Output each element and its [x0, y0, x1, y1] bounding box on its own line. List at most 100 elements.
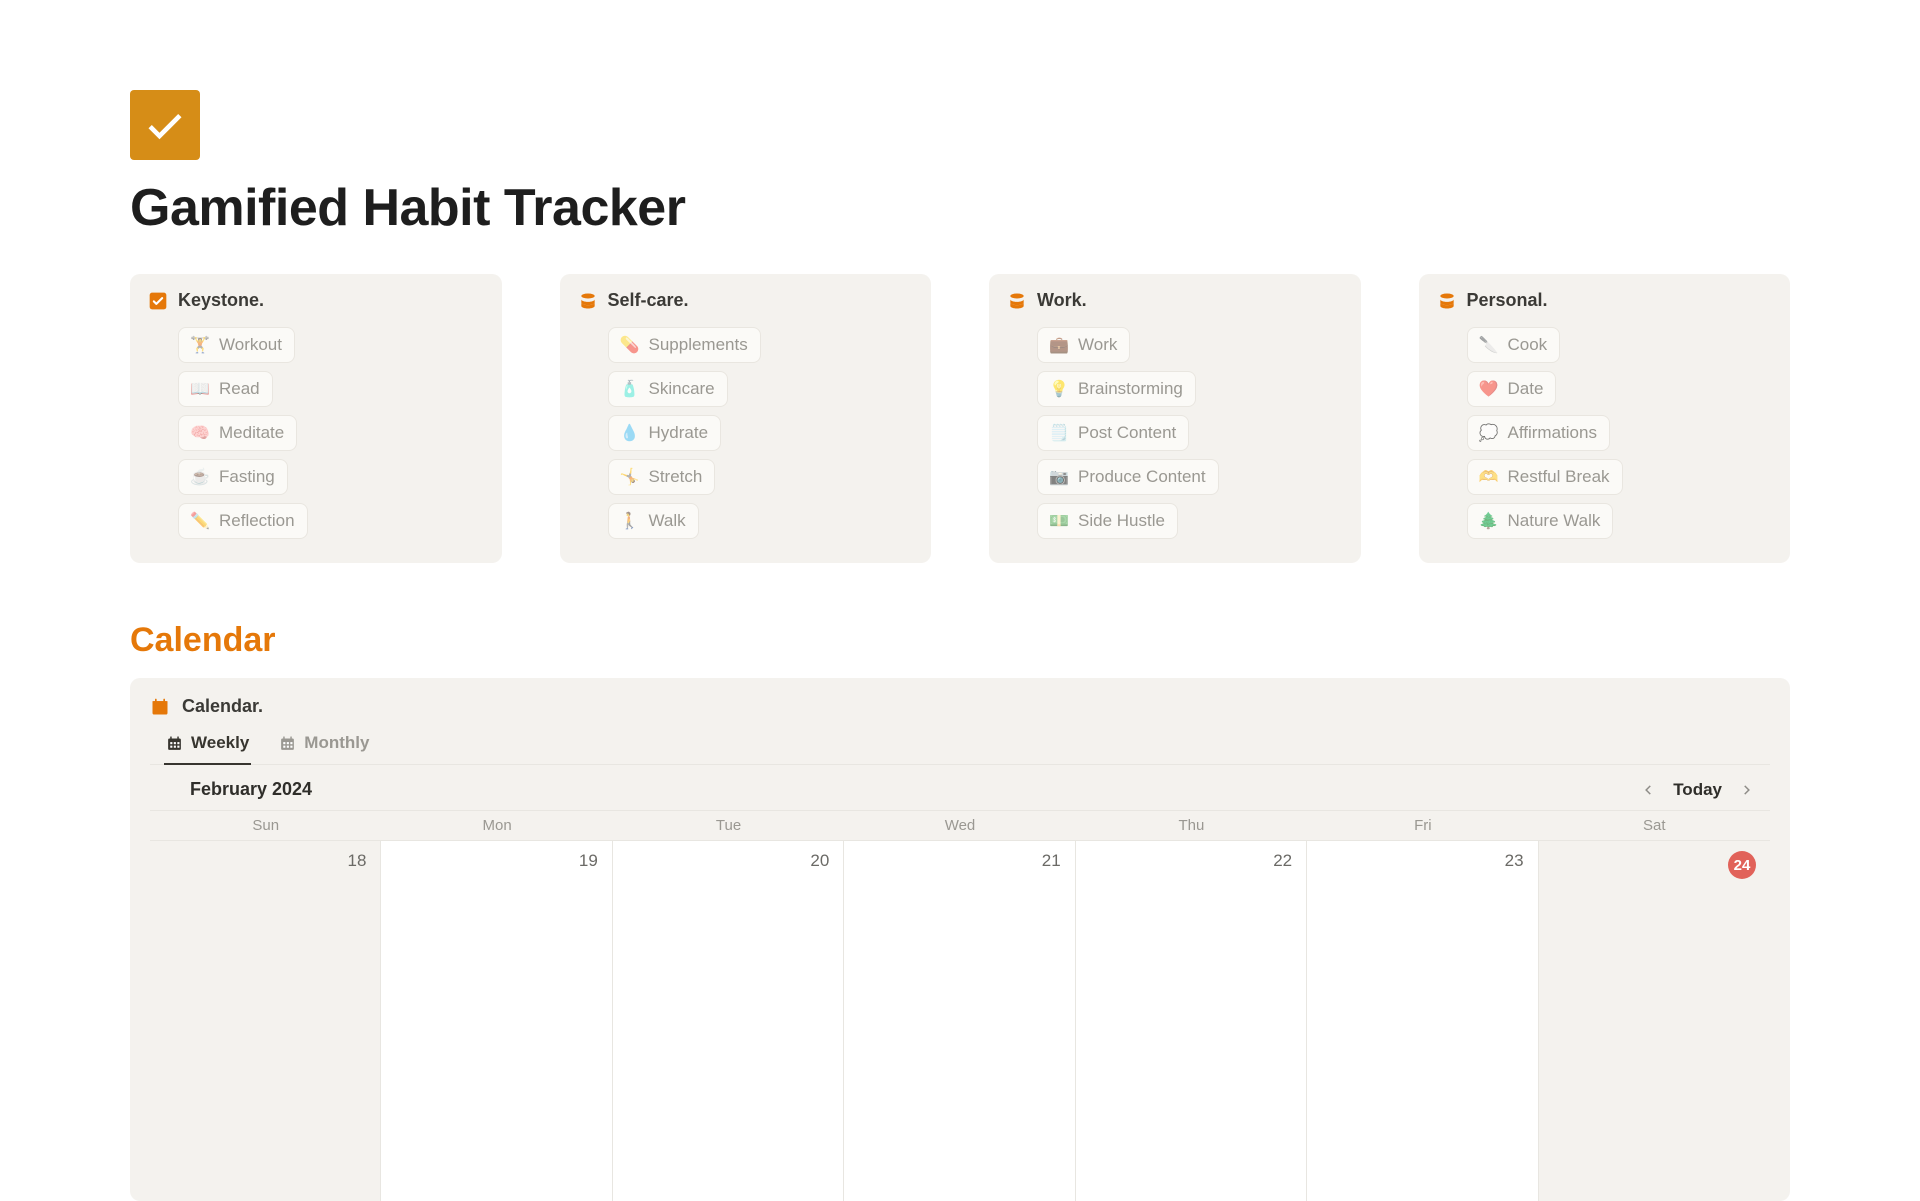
dow-label: Thu — [1076, 811, 1307, 840]
habit-chip[interactable]: 🧴Skincare — [608, 371, 728, 407]
habit-chip[interactable]: 💵Side Hustle — [1037, 503, 1178, 539]
stack-icon — [1007, 291, 1027, 311]
dow-label: Tue — [613, 811, 844, 840]
habit-chip-label: Brainstorming — [1078, 379, 1183, 399]
habit-chip-label: Affirmations — [1508, 423, 1597, 443]
dow-label: Wed — [844, 811, 1075, 840]
calendar-day-number: 20 — [810, 851, 829, 871]
habit-chip[interactable]: 🔪 Cook — [1467, 327, 1561, 363]
habit-chip[interactable]: ❤️Date — [1467, 371, 1557, 407]
calendar-day[interactable]: 24 — [1539, 841, 1770, 1201]
habit-chip[interactable]: 💊Supplements — [608, 327, 761, 363]
calendar: February 2024 Today SunMonTueWedThuFriSa… — [150, 764, 1770, 1201]
habit-chip[interactable]: 📖 Read — [178, 371, 273, 407]
habit-chip-label: Produce Content — [1078, 467, 1206, 487]
calendar-day[interactable]: 20 — [613, 841, 844, 1201]
habit-chip[interactable]: 🗒️ Post Content — [1037, 415, 1189, 451]
knife-icon: 🔪 — [1480, 336, 1498, 354]
habit-chip[interactable]: 🚶 Walk — [608, 503, 699, 539]
habit-chip-label: Walk — [649, 511, 686, 531]
briefcase-icon: 💼 — [1050, 336, 1068, 354]
habit-group-card: Keystone.🏋️Workout📖Read🧠Meditate☕Fasting… — [130, 274, 502, 563]
habit-group-title: Work. — [1037, 290, 1087, 311]
habit-group-title: Personal. — [1467, 290, 1548, 311]
habit-chip[interactable]: 🫶 Restful Break — [1467, 459, 1623, 495]
habit-chip[interactable]: 💼 Work — [1037, 327, 1130, 363]
book-icon: 📖 — [191, 380, 209, 398]
checkbox-icon — [148, 291, 168, 311]
habit-chip[interactable]: 💧Hydrate — [608, 415, 722, 451]
habit-chip[interactable]: 🤸Stretch — [608, 459, 716, 495]
habit-chip[interactable]: 🏋️Workout — [178, 327, 295, 363]
tab-label: Monthly — [304, 733, 369, 753]
pencil-icon: ✏️ — [191, 512, 209, 530]
calendar-grid-icon — [279, 735, 296, 752]
habit-group-card: Personal. 🔪 Cook ❤️Date 💭 Affirmations 🫶 Restfu… — [1419, 274, 1791, 563]
cash-icon: 💵 — [1050, 512, 1068, 530]
calendar-dow-row: SunMonTueWedThuFriSat — [150, 810, 1770, 841]
calendar-day[interactable]: 23 — [1307, 841, 1538, 1201]
tab-weekly[interactable]: Weekly — [164, 727, 251, 765]
calendar-day-number: 23 — [1505, 851, 1524, 871]
calendar-icon — [150, 697, 170, 717]
habit-chip-label: Post Content — [1078, 423, 1176, 443]
pill-icon: 💊 — [621, 336, 639, 354]
dow-label: Sun — [150, 811, 381, 840]
habit-chip-label: Reflection — [219, 511, 295, 531]
stack-icon — [578, 291, 598, 311]
habit-chip-label: Date — [1508, 379, 1544, 399]
calendar-grid-icon — [166, 735, 183, 752]
calendar-panel: Calendar. WeeklyMonthly February 2024 To… — [130, 678, 1790, 1201]
cloud-icon: 💭 — [1480, 424, 1498, 442]
dow-label: Fri — [1307, 811, 1538, 840]
calendar-day[interactable]: 21 — [844, 841, 1075, 1201]
calendar-next-button[interactable] — [1740, 783, 1754, 797]
calendar-day-number: 18 — [348, 851, 367, 871]
tab-label: Weekly — [191, 733, 249, 753]
brain-icon: 🧠 — [191, 424, 209, 442]
bulb-icon: 💡 — [1050, 380, 1068, 398]
habit-chip[interactable]: ☕Fasting — [178, 459, 288, 495]
habit-chip[interactable]: 🧠Meditate — [178, 415, 297, 451]
cup-icon: ☕ — [191, 468, 209, 486]
habit-chip-label: Restful Break — [1508, 467, 1610, 487]
calendar-day-number: 22 — [1273, 851, 1292, 871]
camera-icon: 📷 — [1050, 468, 1068, 486]
tab-monthly[interactable]: Monthly — [277, 727, 371, 765]
habit-chip[interactable]: 💭 Affirmations — [1467, 415, 1610, 451]
drop-icon: 💧 — [621, 424, 639, 442]
habit-chip[interactable]: 💡 Brainstorming — [1037, 371, 1196, 407]
rest-icon: 🫶 — [1480, 468, 1498, 486]
section-calendar-title: Calendar — [130, 621, 1790, 660]
check-icon — [143, 103, 187, 147]
habit-group-card: Work. 💼 Work 💡 Brainstorming 🗒️ Post Content 📷 P… — [989, 274, 1361, 563]
habit-chip-label: Read — [219, 379, 260, 399]
calendar-day-number-today: 24 — [1728, 851, 1756, 879]
tree-icon: 🌲 — [1480, 512, 1498, 530]
habit-chip[interactable]: ✏️ Reflection — [178, 503, 308, 539]
calendar-prev-button[interactable] — [1641, 783, 1655, 797]
habit-group-title: Self-care. — [608, 290, 689, 311]
habit-chip-label: Skincare — [649, 379, 715, 399]
calendar-tabs: Weekly Monthly — [164, 727, 1770, 765]
calendar-month: February 2024 — [190, 779, 312, 800]
post-icon: 🗒️ — [1050, 424, 1068, 442]
dow-label: Sat — [1539, 811, 1770, 840]
page-icon — [130, 90, 200, 160]
calendar-day[interactable]: 22 — [1076, 841, 1307, 1201]
stack-icon — [1437, 291, 1457, 311]
habit-chip-label: Nature Walk — [1508, 511, 1601, 531]
habit-chip-label: Cook — [1508, 335, 1548, 355]
walk-icon: 🚶 — [621, 512, 639, 530]
habit-chip-label: Work — [1078, 335, 1117, 355]
habit-chip[interactable]: 🌲 Nature Walk — [1467, 503, 1614, 539]
calendar-day[interactable]: 19 — [381, 841, 612, 1201]
habit-chip[interactable]: 📷 Produce Content — [1037, 459, 1219, 495]
calendar-today-button[interactable]: Today — [1673, 780, 1722, 800]
habit-group-card: Self-care. 💊Supplements 🧴Skincare 💧Hydrate 🤸… — [560, 274, 932, 563]
calendar-days-row: 18 19 20 21 22 23 24 — [150, 841, 1770, 1201]
calendar-day-number: 21 — [1042, 851, 1061, 871]
habit-chip-label: Stretch — [649, 467, 703, 487]
habit-groups: Keystone.🏋️Workout📖Read🧠Meditate☕Fasting… — [130, 274, 1790, 563]
calendar-day[interactable]: 18 — [150, 841, 381, 1201]
